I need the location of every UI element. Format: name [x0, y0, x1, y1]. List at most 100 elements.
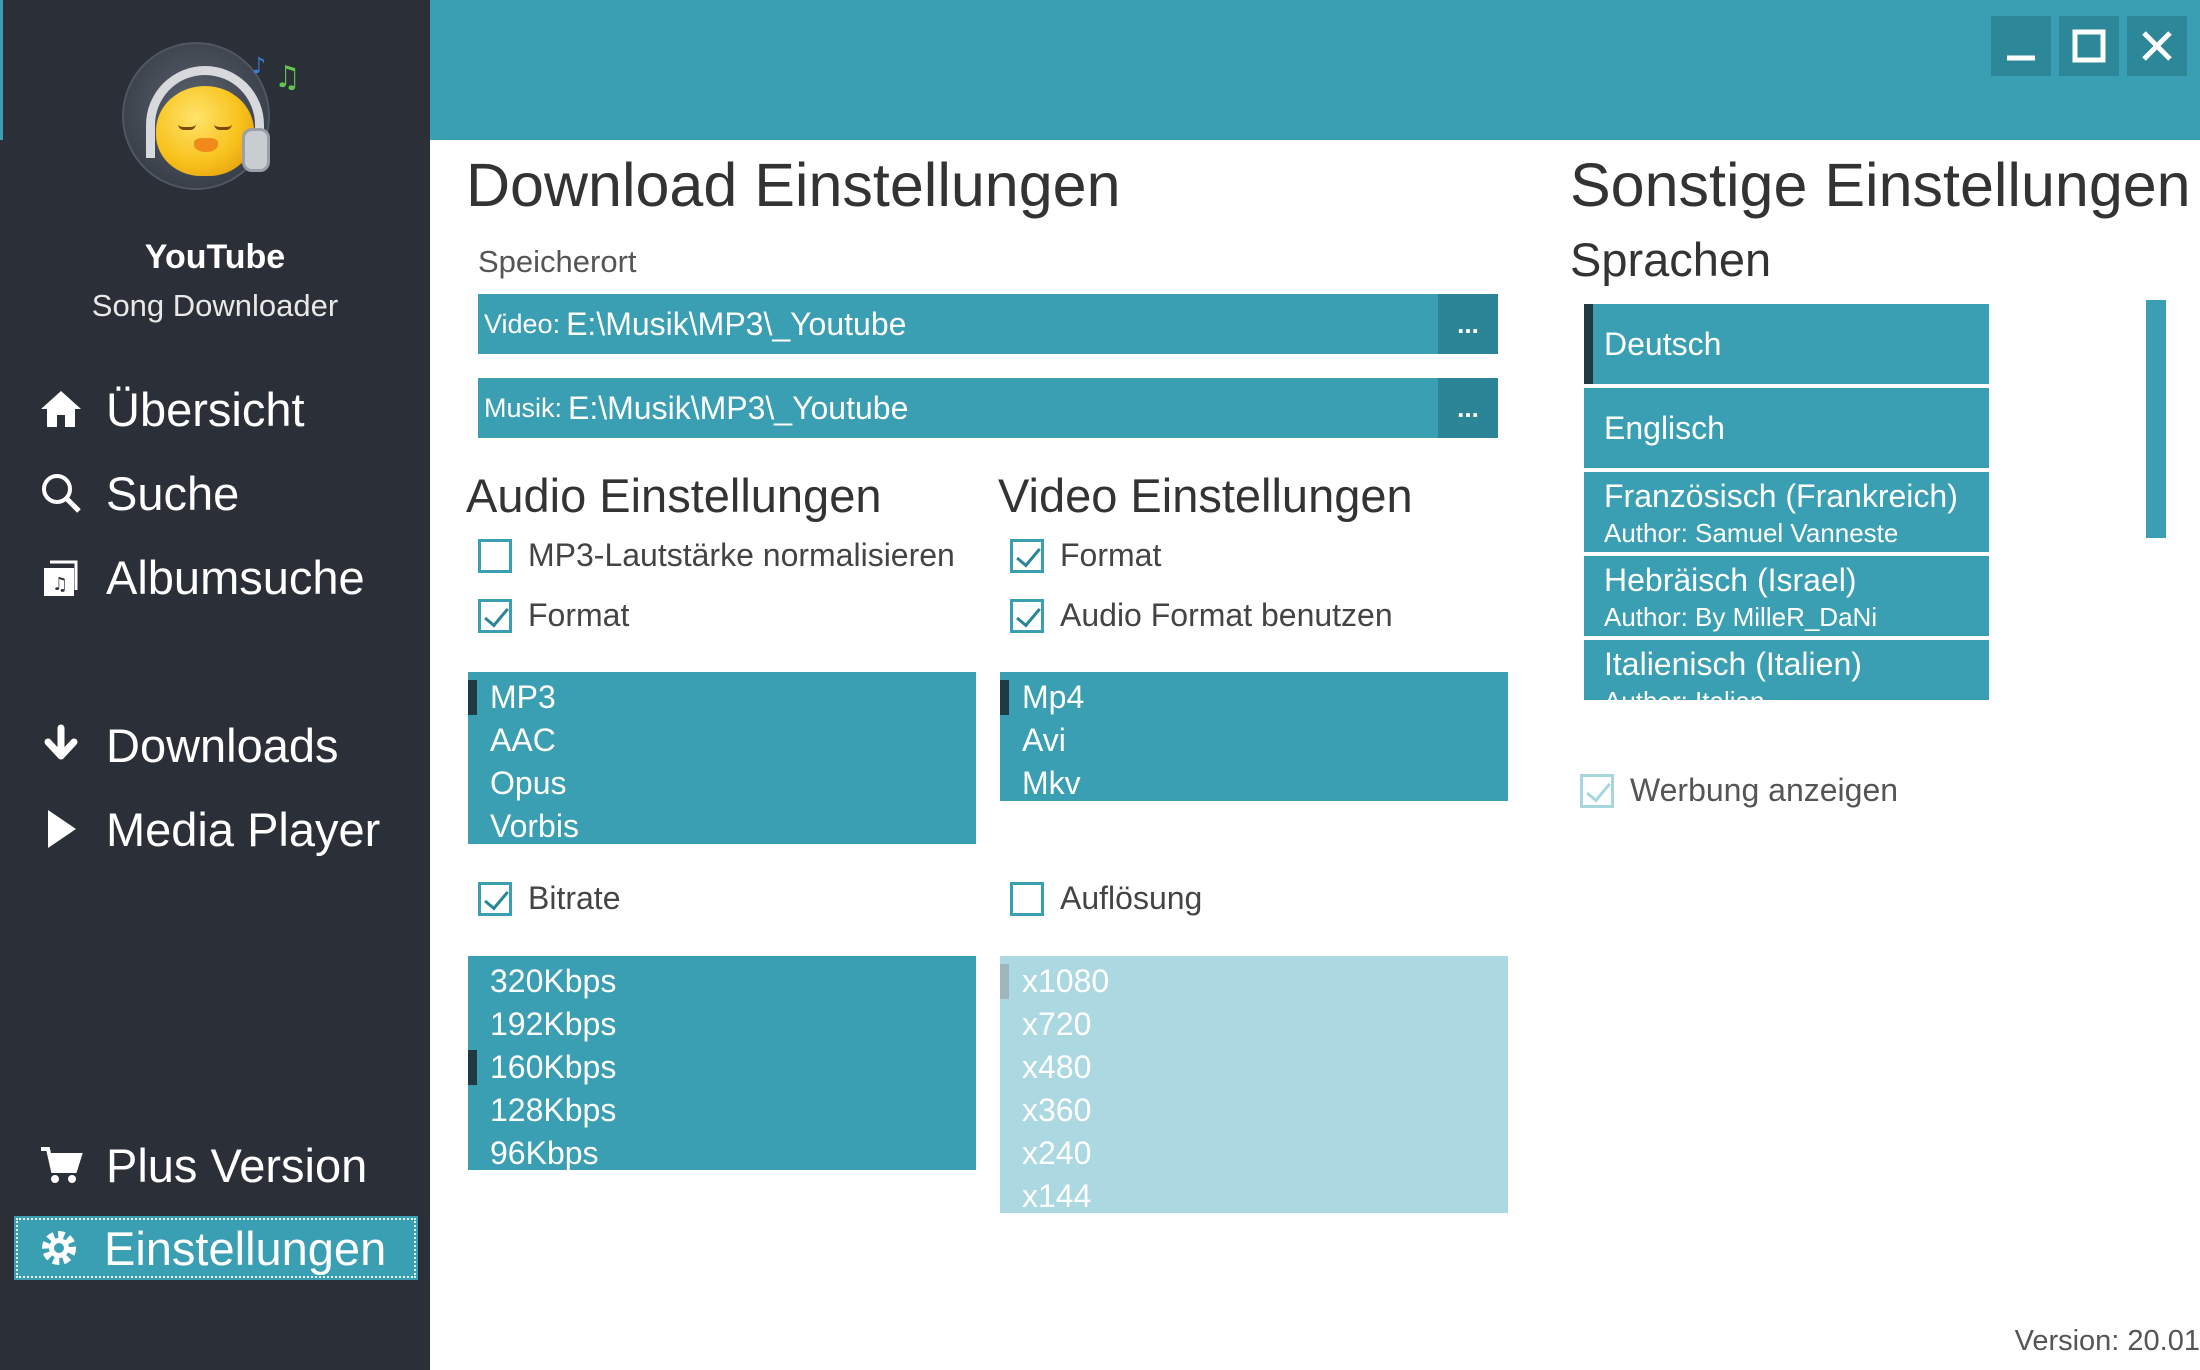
checkbox-box — [478, 881, 512, 916]
close-icon — [2142, 31, 2172, 61]
video-path-prefix: Video: — [484, 308, 561, 339]
gear-icon — [14, 1226, 104, 1270]
sidebar: ♪ ♫ YouTube Song Downloader Übersicht Su… — [0, 0, 430, 1370]
nav-item-album-search[interactable]: ♫ Albumsuche — [16, 546, 416, 608]
audio-format-use-checkbox[interactable]: Audio Format benutzen — [1010, 597, 1393, 634]
language-item[interactable]: Deutsch — [1584, 304, 1989, 384]
nav-item-media-player[interactable]: Media Player — [16, 798, 416, 860]
checkbox-box — [1010, 538, 1044, 573]
app-logo: ♪ ♫ — [122, 42, 301, 190]
maximize-button[interactable] — [2059, 16, 2119, 76]
list-item[interactable]: Opus — [468, 762, 976, 805]
list-item[interactable]: Mp4 — [1000, 676, 1508, 719]
audio-format-checkbox[interactable]: Format — [478, 597, 629, 634]
audio-format-list[interactable]: MP3 AAC Opus Vorbis — [468, 672, 976, 844]
checkbox-box — [1580, 773, 1614, 808]
normalize-checkbox[interactable]: MP3-Lautstärke normalisieren — [478, 537, 955, 574]
list-item[interactable]: 96Kbps — [468, 1132, 976, 1175]
resolution-checkbox[interactable]: Auflösung — [1010, 880, 1202, 917]
resolution-label: Auflösung — [1060, 880, 1203, 916]
audio-format-label: Format — [528, 597, 630, 633]
language-name: Deutsch — [1604, 326, 1722, 362]
nav-item-overview[interactable]: Übersicht — [16, 378, 416, 440]
minimize-icon — [2007, 55, 2035, 61]
list-item[interactable]: x144 — [1000, 1175, 1508, 1218]
sidebar-accent-edge — [0, 0, 3, 140]
play-icon — [16, 808, 106, 850]
list-item[interactable]: x720 — [1000, 1003, 1508, 1046]
save-location-label: Speicherort — [478, 244, 637, 279]
earcup-right — [242, 128, 270, 172]
audio-format-use-label: Audio Format benutzen — [1060, 597, 1393, 633]
language-item[interactable]: Hebräisch (Israel) Author: By MilleR_DaN… — [1584, 556, 1989, 636]
cart-icon — [16, 1145, 106, 1185]
list-item[interactable]: 320Kbps — [468, 960, 976, 1003]
video-settings-title: Video Einstellungen — [998, 469, 1413, 522]
checkbox-box — [478, 598, 512, 633]
bitrate-list[interactable]: 320Kbps 192Kbps 160Kbps 128Kbps 96Kbps — [468, 956, 976, 1171]
normalize-label: MP3-Lautstärke normalisieren — [528, 537, 955, 573]
video-browse-button[interactable]: ... — [1438, 294, 1498, 354]
brand-subtitle: Song Downloader — [91, 288, 339, 323]
music-path-prefix: Musik: — [484, 392, 563, 423]
minimize-button[interactable] — [1991, 16, 2051, 76]
nav-item-search[interactable]: Suche — [16, 462, 416, 524]
nav-item-downloads[interactable]: Downloads — [16, 714, 416, 776]
version-text: Version: 20.01 — [2014, 1325, 2200, 1357]
list-item[interactable]: Vorbis — [468, 805, 976, 848]
language-name: Hebräisch (Israel) — [1604, 562, 1857, 598]
language-scrollbar[interactable] — [2146, 300, 2166, 538]
list-item[interactable]: 128Kbps — [468, 1089, 976, 1132]
bitrate-checkbox[interactable]: Bitrate — [478, 880, 620, 917]
list-item[interactable]: x480 — [1000, 1046, 1508, 1089]
app-window: ♪ ♫ YouTube Song Downloader Übersicht Su… — [0, 0, 2200, 1370]
list-item[interactable]: 192Kbps — [468, 1003, 976, 1046]
list-item[interactable]: 160Kbps — [468, 1046, 976, 1089]
checkbox-box — [1010, 598, 1044, 633]
resolution-list[interactable]: x1080 x720 x480 x360 x240 x144 — [1000, 956, 1508, 1214]
language-item[interactable]: Italienisch (Italien) Author: Italian — [1584, 640, 1989, 700]
language-name: Französisch (Frankreich) — [1604, 478, 1958, 514]
music-note-icon: ♪ — [252, 54, 267, 79]
list-item[interactable]: Mkv — [1000, 762, 1508, 805]
svg-text:♫: ♫ — [52, 574, 68, 595]
checkbox-box — [1010, 881, 1044, 916]
language-author: Author: Samuel Vanneste — [1604, 518, 1899, 548]
video-path-value: E:\Musik\MP3\_Youtube — [566, 305, 907, 342]
list-item[interactable]: AAC — [468, 719, 976, 762]
list-item[interactable]: x360 — [1000, 1089, 1508, 1132]
music-browse-button[interactable]: ... — [1438, 378, 1498, 438]
list-item[interactable]: x240 — [1000, 1132, 1508, 1175]
nav-label: Einstellungen — [104, 1221, 387, 1275]
language-item[interactable]: Englisch — [1584, 388, 1989, 468]
bird-eye-left — [178, 124, 196, 130]
video-format-checkbox[interactable]: Format — [1010, 537, 1161, 574]
home-icon — [16, 389, 106, 429]
video-path-field[interactable]: Video: E:\Musik\MP3\_Youtube ... — [478, 294, 1498, 354]
checkbox-box — [478, 538, 512, 573]
nav-item-settings[interactable]: Einstellungen — [14, 1216, 418, 1280]
close-button[interactable] — [2127, 16, 2187, 76]
video-format-list[interactable]: Mp4 Avi Mkv — [1000, 672, 1508, 801]
nav-label: Albumsuche — [106, 550, 365, 604]
list-item[interactable]: x1080 — [1000, 960, 1508, 1003]
nav-label: Suche — [106, 466, 240, 520]
ads-label: Werbung anzeigen — [1630, 772, 1899, 808]
ads-checkbox[interactable]: Werbung anzeigen — [1580, 772, 1898, 809]
nav-label: Downloads — [106, 718, 339, 772]
language-item[interactable]: Französisch (Frankreich) Author: Samuel … — [1584, 472, 1989, 552]
list-item[interactable]: Avi — [1000, 719, 1508, 762]
bitrate-label: Bitrate — [528, 880, 621, 916]
language-name: Italienisch (Italien) — [1604, 646, 1862, 682]
language-author: Author: Italian — [1604, 686, 1989, 700]
music-note-icon: ♫ — [274, 60, 301, 95]
music-path-field[interactable]: Musik: E:\Musik\MP3\_Youtube ... — [478, 378, 1498, 438]
language-author: Author: By MilleR_DaNi — [1604, 602, 1878, 632]
list-item[interactable]: MP3 — [468, 676, 976, 719]
download-arrow-icon — [16, 724, 106, 766]
video-format-label: Format — [1060, 537, 1162, 573]
nav-item-plus-version[interactable]: Plus Version — [16, 1134, 416, 1196]
nav-label: Media Player — [106, 802, 381, 856]
bird-beak — [194, 138, 218, 152]
title-bar — [430, 0, 2200, 140]
